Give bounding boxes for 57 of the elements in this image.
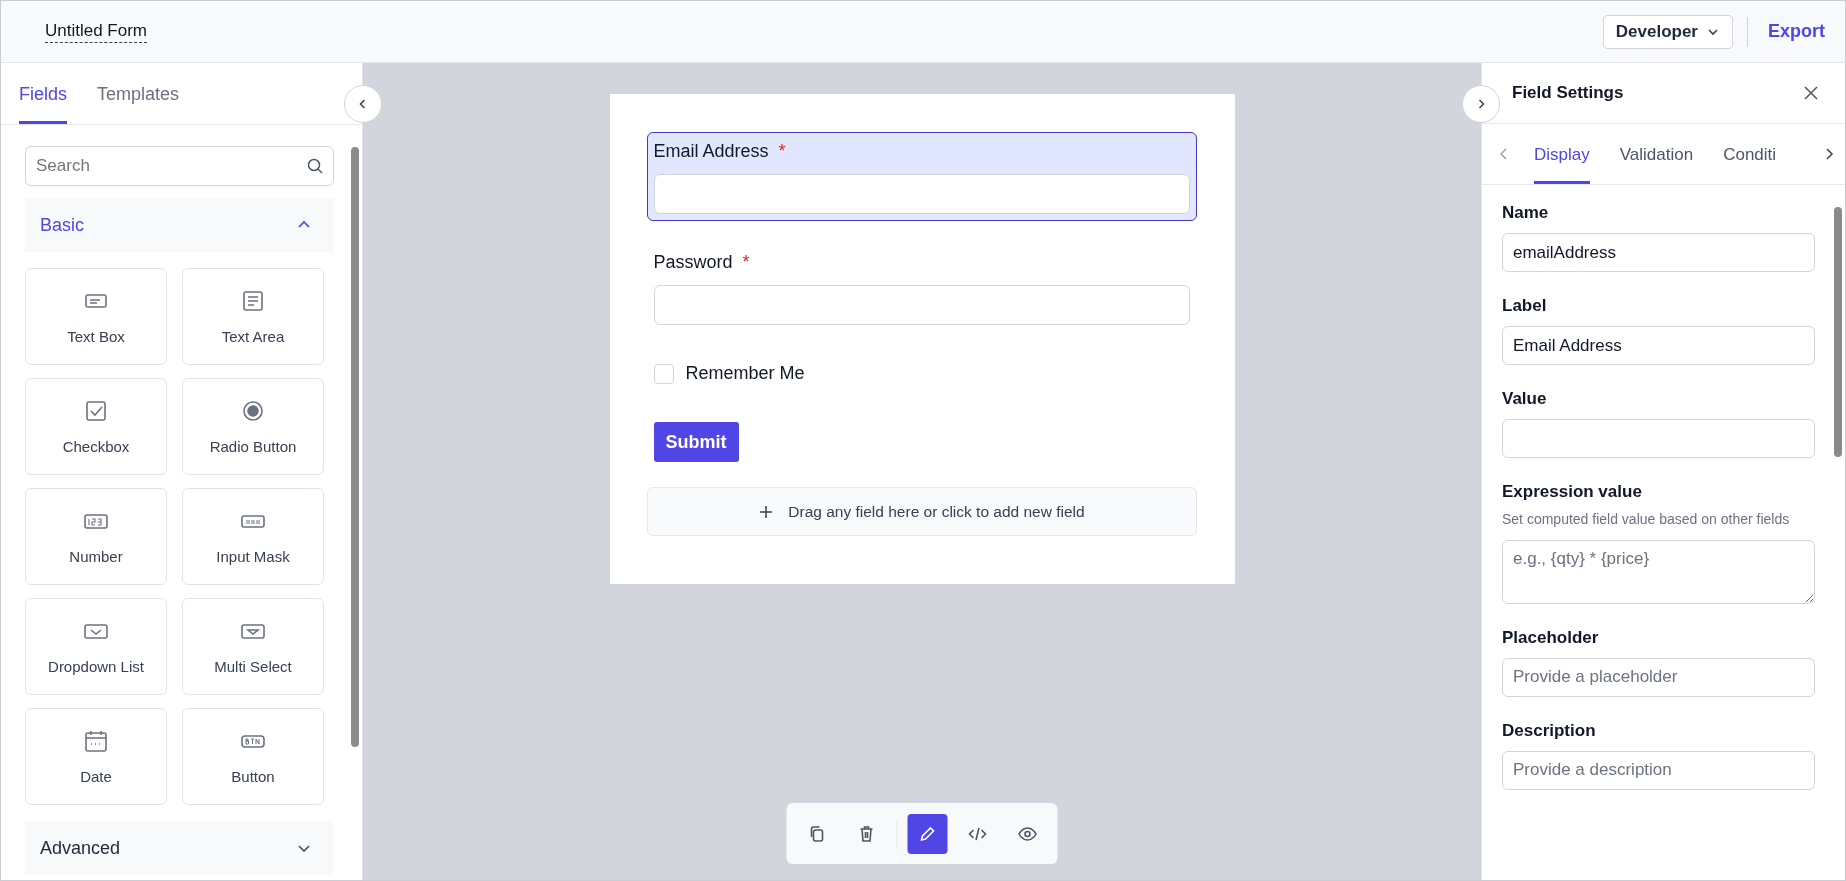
group-header[interactable]: Advanced xyxy=(25,821,334,875)
setting-label: Name xyxy=(1502,203,1550,223)
form-field[interactable]: Email Address * xyxy=(646,132,1197,221)
panel-tab[interactable]: Templates xyxy=(97,63,180,124)
mode-dropdown[interactable]: Developer xyxy=(1602,14,1733,49)
export-button[interactable]: Export xyxy=(1762,17,1831,46)
field-tile[interactable]: Checkbox xyxy=(25,378,167,475)
field-tile[interactable]: Input Mask xyxy=(182,488,324,585)
settings-tab[interactable]: Validation xyxy=(1619,124,1694,184)
setting-label: Description xyxy=(1502,720,1597,741)
form-title[interactable]: Untitled Form xyxy=(45,20,148,43)
group-header[interactable]: Basic xyxy=(25,198,334,252)
field-type-icon xyxy=(83,398,109,424)
input-field[interactable]: Provide a placeholder xyxy=(1502,657,1815,697)
input-field[interactable]: Provide a description xyxy=(1502,750,1815,790)
input-field[interactable] xyxy=(653,285,1190,325)
field-tile[interactable]: Button xyxy=(182,708,324,805)
field-type-icon xyxy=(240,398,266,424)
settings-tab[interactable]: Conditi xyxy=(1723,124,1777,184)
field-tile[interactable]: Radio Button xyxy=(182,378,324,475)
field-type-icon xyxy=(240,288,266,314)
chevron-left-icon xyxy=(1498,147,1510,161)
setting-label: Expression value xyxy=(1502,482,1643,502)
expression-field[interactable]: e.g., {qty} * {price} xyxy=(1502,539,1815,604)
input-field[interactable] xyxy=(653,174,1190,214)
field-tile[interactable]: Multi Select xyxy=(182,598,324,695)
required-mark: * xyxy=(778,141,786,162)
chevron-right-icon xyxy=(1823,147,1835,161)
pencil-button[interactable] xyxy=(907,813,948,854)
input-field[interactable] xyxy=(1502,419,1815,458)
required-mark: * xyxy=(742,252,750,273)
settings-tab[interactable]: Display xyxy=(1534,124,1590,184)
input-field[interactable]: Email Address xyxy=(1502,326,1815,365)
panel-title: Field Settings xyxy=(1512,83,1624,103)
setting-label: Value xyxy=(1502,389,1548,409)
field-tile[interactable]: Number xyxy=(25,488,167,585)
field-label: Password xyxy=(653,252,733,273)
submit-button[interactable]: Submit xyxy=(653,422,739,462)
field-label: Email Address xyxy=(653,141,769,162)
search-field[interactable]: Search xyxy=(25,146,334,186)
checkbox[interactable] xyxy=(653,363,674,384)
search-icon xyxy=(306,157,324,175)
drop-zone[interactable]: Drag any field here or click to add new field xyxy=(646,487,1197,536)
input-field[interactable]: emailAddress xyxy=(1502,233,1815,272)
setting-label: Label xyxy=(1502,296,1548,316)
field-tile[interactable]: Dropdown List xyxy=(25,598,167,695)
setting-hint: Set computed field value based on other fields xyxy=(1502,510,1791,529)
field-tile[interactable]: Date xyxy=(25,708,167,805)
close-icon xyxy=(1803,85,1819,101)
field-type-icon xyxy=(83,728,109,754)
form-field[interactable]: Password * xyxy=(646,243,1197,332)
field-tile[interactable]: Text Box xyxy=(25,268,167,365)
setting-label: Placeholder xyxy=(1502,627,1600,648)
checkbox-label: Remember Me xyxy=(685,363,805,384)
panel-tab[interactable]: Fields xyxy=(19,63,67,124)
field-tile[interactable]: Text Area xyxy=(182,268,324,365)
plus-icon xyxy=(758,503,775,520)
